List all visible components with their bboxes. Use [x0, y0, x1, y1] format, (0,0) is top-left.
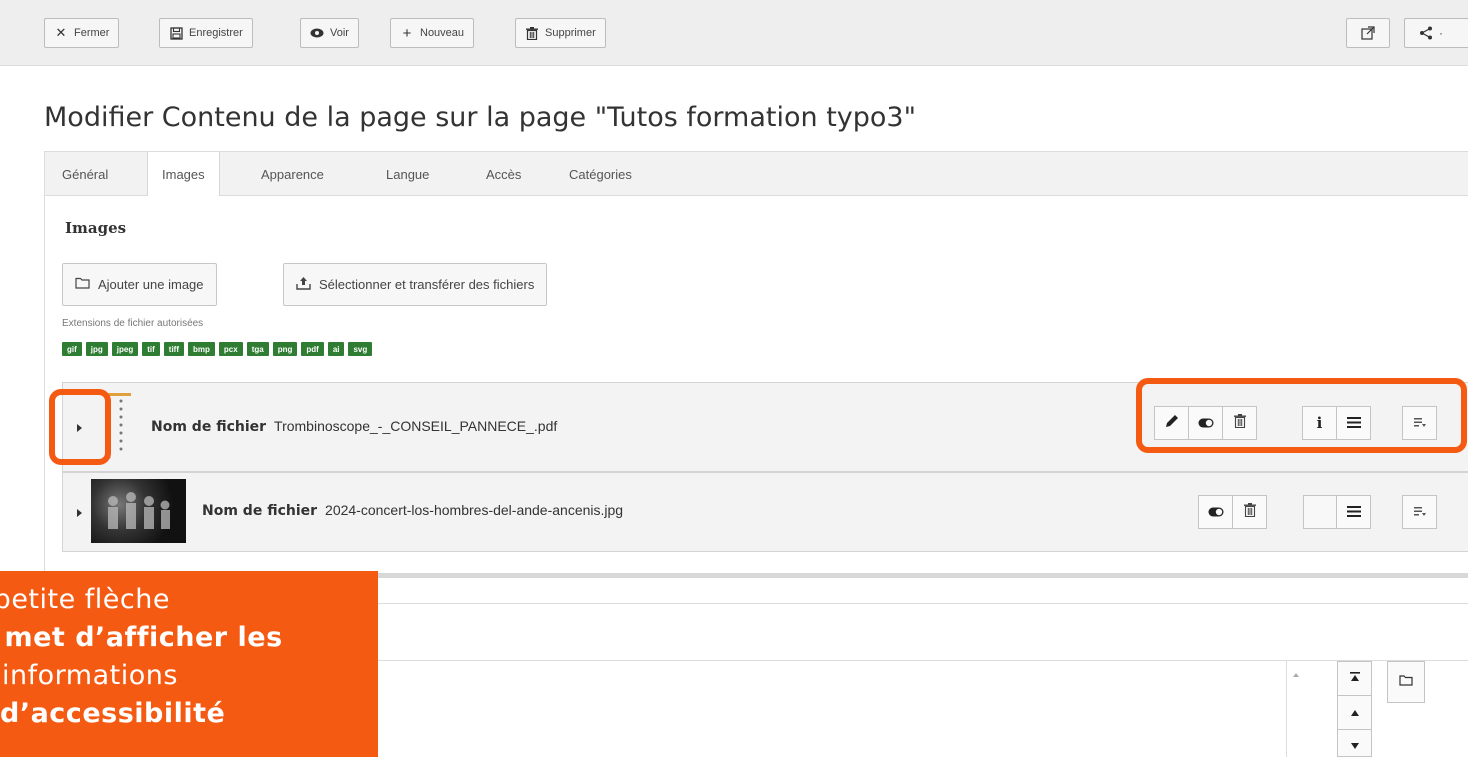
tutorial-callout: La petite flèche permet d’afficher les i…	[0, 571, 378, 757]
tab-bar: Général Images Apparence Langue Accès Ca…	[44, 151, 1468, 197]
extension-badge: png	[272, 342, 298, 356]
list-options-icon	[1413, 504, 1426, 521]
page-title: Modifier Contenu de la page sur la page …	[44, 102, 917, 133]
upload-files-label: Sélectionner et transférer des fichiers	[319, 277, 535, 292]
extension-badge: tga	[246, 342, 269, 356]
expand-caret-icon[interactable]	[77, 509, 82, 517]
delete-button[interactable]: Supprimer	[515, 18, 606, 48]
move-up-icon	[1350, 707, 1360, 719]
move-up-button[interactable]	[1338, 696, 1371, 730]
extension-badge: ai	[327, 342, 345, 356]
extension-badge: gif	[62, 342, 82, 356]
toggle-visibility-button[interactable]	[1198, 495, 1233, 529]
move-down-button[interactable]	[1338, 730, 1371, 757]
move-down-icon	[1350, 741, 1360, 753]
tab-language[interactable]: Langue	[386, 152, 429, 196]
view-button[interactable]: Voir	[300, 18, 359, 48]
menu-lines-icon	[1346, 504, 1361, 521]
file-name: Nom de fichier Trombinoscope_-_CONSEIL_PA…	[151, 418, 557, 435]
caret-highlight-box	[49, 389, 111, 465]
upload-icon	[296, 276, 311, 293]
dropdown-dot: ·	[1439, 26, 1443, 40]
extension-badge: tif	[142, 342, 160, 356]
share-icon	[1419, 26, 1433, 40]
extension-badge: pdf	[301, 342, 324, 356]
file-name-value: 2024-concert-los-hombres-del-ande-anceni…	[325, 502, 624, 518]
callout-line-2: met d’afficher les	[4, 622, 283, 653]
info-button-placeholder	[1303, 495, 1337, 529]
images-section-label: Images	[65, 219, 127, 237]
sort-handle-button[interactable]	[1336, 495, 1371, 529]
tab-access[interactable]: Accès	[486, 152, 521, 196]
extension-badge: jpeg	[111, 342, 139, 356]
extension-badge: pcx	[218, 342, 243, 356]
file-actions-secondary	[1303, 495, 1371, 529]
folder-icon	[75, 277, 90, 292]
save-icon	[169, 26, 183, 40]
close-icon: ✕	[55, 25, 67, 40]
photo-thumbnail	[91, 479, 186, 543]
close-button-label: Fermer	[74, 27, 110, 39]
actions-highlight-box	[1136, 378, 1467, 453]
delete-button-label: Supprimer	[545, 27, 596, 39]
trash-icon	[1243, 503, 1256, 521]
new-button[interactable]: + Nouveau	[390, 18, 475, 48]
plus-icon: +	[402, 24, 412, 42]
options-button[interactable]	[1402, 495, 1437, 529]
view-button-label: Voir	[330, 27, 349, 39]
file-name-label: Nom de fichier	[202, 503, 318, 519]
callout-line-4: d’accessibilité	[0, 698, 226, 729]
tab-images[interactable]: Images	[147, 152, 220, 197]
trash-icon	[525, 26, 539, 40]
share-button[interactable]: ·	[1404, 18, 1468, 48]
browse-folder-button[interactable]	[1387, 661, 1425, 703]
close-button[interactable]: ✕ Fermer	[44, 18, 120, 48]
allowed-extensions-label: Extensions de fichier autorisées	[62, 318, 204, 329]
add-image-button[interactable]: Ajouter une image	[62, 263, 217, 306]
move-to-top-button[interactable]	[1338, 662, 1371, 696]
delete-file-button[interactable]	[1232, 495, 1267, 529]
callout-line-3: informations	[2, 660, 178, 691]
file-actions-tertiary	[1402, 495, 1437, 529]
file-name: Nom de fichier 2024-concert-los-hombres-d…	[202, 502, 623, 519]
tab-categories[interactable]: Catégories	[569, 152, 632, 196]
extension-badge: bmp	[188, 342, 215, 356]
file-name-value: Trombinoscope_-_CONSEIL_PANNECE_.pdf	[274, 418, 558, 434]
open-external-icon	[1361, 26, 1375, 40]
extension-badge: jpg	[85, 342, 108, 356]
file-name-label: Nom de fichier	[151, 419, 267, 435]
upload-files-button[interactable]: Sélectionner et transférer des fichiers	[283, 263, 548, 306]
file-reference-row: Nom de fichier 2024-concert-los-hombres-d…	[62, 472, 1468, 552]
extension-badge: svg	[348, 342, 373, 356]
file-actions-primary	[1198, 495, 1267, 529]
toggle-icon	[1208, 504, 1224, 521]
save-button-label: Enregistrer	[189, 27, 243, 39]
tab-general[interactable]: Général	[62, 152, 108, 196]
callout-line-1: a petite flèche	[0, 584, 170, 615]
save-button[interactable]: Enregistrer	[159, 18, 253, 48]
extension-badge: tiff	[163, 342, 185, 356]
toolbar: ✕ Fermer Enregistrer Voir + Nouveau Supp…	[0, 0, 1468, 66]
move-top-icon	[1349, 672, 1360, 685]
folder-icon	[1399, 673, 1413, 691]
add-image-label: Ajouter une image	[98, 277, 204, 292]
allowed-extensions: gif jpg jpeg tif tiff bmp pcx tga png pd…	[62, 342, 373, 356]
new-button-label: Nouveau	[420, 27, 465, 39]
open-external-button[interactable]	[1346, 18, 1390, 48]
tab-appearance[interactable]: Apparence	[261, 152, 324, 196]
scroll-up-arrow-icon[interactable]	[1293, 673, 1299, 677]
move-buttons	[1337, 661, 1372, 757]
eye-icon	[310, 26, 324, 40]
